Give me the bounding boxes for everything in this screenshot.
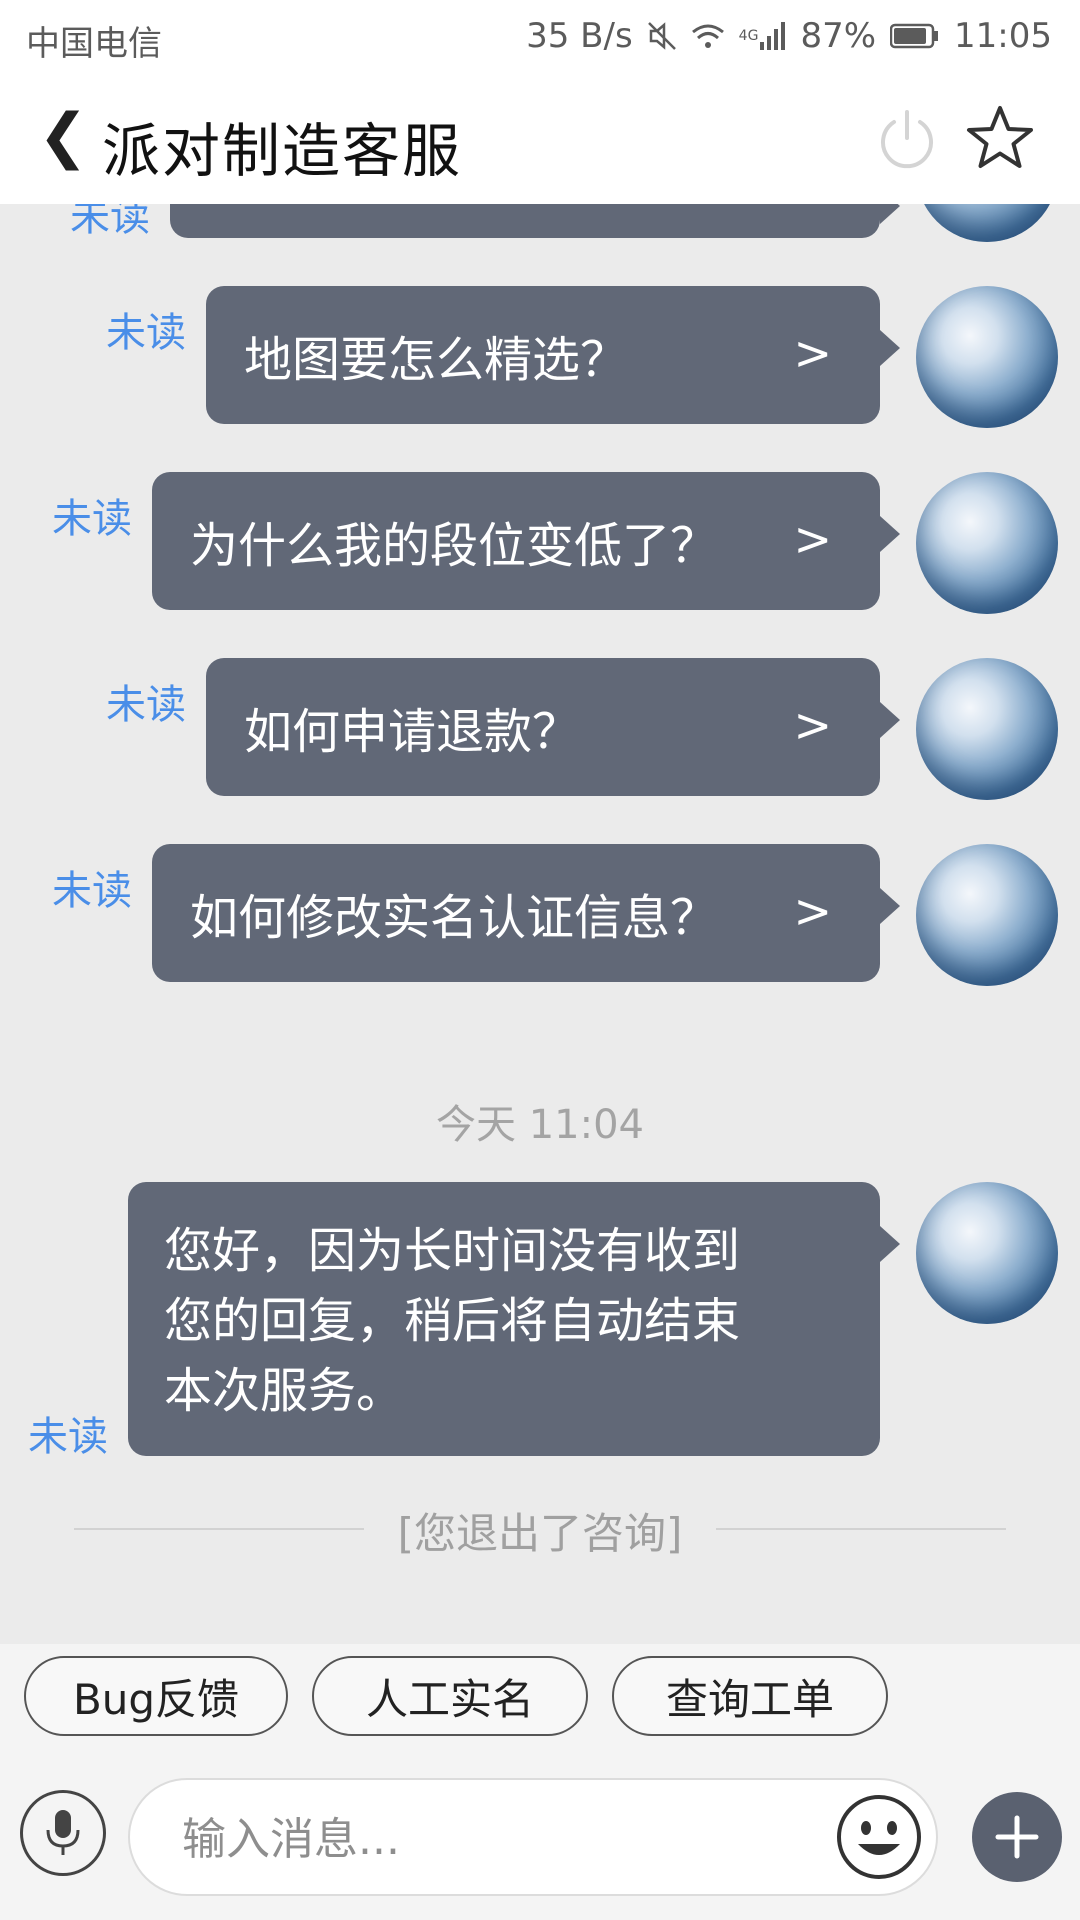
chevron-right-icon: >	[793, 884, 832, 938]
divider-line-right	[716, 1528, 1006, 1530]
more-actions-button[interactable]	[972, 1792, 1062, 1882]
avatar[interactable]	[916, 1182, 1058, 1324]
emoji-icon[interactable]	[834, 1792, 924, 1882]
message-input[interactable]	[180, 1806, 784, 1872]
plus-icon	[995, 1815, 1039, 1859]
message-line: 您好，因为长时间没有收到	[164, 1223, 741, 1279]
exit-notice: [您退出了咨询]	[74, 1500, 1006, 1558]
avatar[interactable]	[916, 658, 1058, 800]
chat-header: ❮ 派对制造客服	[0, 76, 1080, 205]
message-line: 您的回复，稍后将自动结束	[164, 1293, 741, 1349]
question-text: 地图要怎么精选？	[244, 332, 629, 388]
status-icons: 35 B/s 4G 87% 11:05	[526, 16, 1052, 56]
wifi-icon	[691, 22, 725, 50]
system-message-bubble[interactable]: 您好，因为长时间没有收到 您的回复，稍后将自动结束 本次服务。	[128, 1182, 900, 1456]
faq-question-bubble[interactable]: 如何申请退款？ >	[206, 658, 900, 796]
quick-reply-bug-feedback[interactable]: Bug反馈	[24, 1656, 288, 1736]
microphone-icon	[46, 1810, 80, 1855]
question-text: 为什么我的段位变低了？	[190, 518, 719, 574]
network-type-label: 4G	[738, 28, 759, 44]
unread-label-partial: 未读	[70, 204, 150, 240]
quick-reply-manual-verification[interactable]: 人工实名	[312, 1656, 588, 1736]
input-bar	[0, 1756, 1080, 1920]
unread-label: 未读	[106, 682, 186, 728]
unread-label: 未读	[106, 310, 186, 356]
message-line: 本次服务。	[164, 1363, 405, 1419]
faq-question-bubble[interactable]: 地图要怎么精选？ >	[206, 286, 900, 424]
exit-notice-text: [您退出了咨询]	[397, 1509, 683, 1558]
question-text: 如何申请退款？	[244, 704, 581, 760]
voice-input-button[interactable]	[20, 1790, 106, 1876]
page-title: 派对制造客服	[102, 117, 463, 185]
chevron-right-icon: >	[793, 512, 832, 566]
message-bubble-partial[interactable]	[170, 204, 900, 238]
status-bar: 中国电信 35 B/s 4G 87% 11:05	[0, 0, 1080, 76]
clock: 11:05	[954, 16, 1052, 56]
chevron-right-icon: >	[793, 698, 832, 752]
avatar[interactable]	[916, 844, 1058, 986]
faq-question-bubble[interactable]: 为什么我的段位变低了？ >	[152, 472, 900, 610]
signal-icon: 4G	[739, 22, 787, 50]
back-icon[interactable]: ❮	[38, 106, 88, 166]
battery-icon	[890, 23, 940, 49]
net-speed: 35 B/s	[526, 16, 633, 56]
question-text: 如何修改实名认证信息？	[190, 890, 719, 946]
star-icon[interactable]	[964, 102, 1036, 174]
unread-label: 未读	[52, 868, 132, 914]
faq-question-bubble[interactable]: 如何修改实名认证信息？ >	[152, 844, 900, 982]
carrier-label: 中国电信	[26, 24, 162, 64]
unread-label: 未读	[28, 1414, 108, 1460]
avatar[interactable]	[916, 204, 1058, 242]
power-icon[interactable]	[872, 104, 942, 174]
quick-reply-query-ticket[interactable]: 查询工单	[612, 1656, 888, 1736]
avatar[interactable]	[916, 286, 1058, 428]
avatar[interactable]	[916, 472, 1058, 614]
battery-percent: 87%	[800, 16, 877, 56]
message-timestamp: 今天 11:04	[436, 1102, 644, 1148]
mute-icon	[647, 21, 677, 51]
quick-reply-bar: Bug反馈 人工实名 查询工单	[0, 1644, 1080, 1756]
message-input-field[interactable]	[128, 1778, 938, 1896]
chevron-right-icon: >	[793, 326, 832, 380]
chat-area[interactable]: 未读 未读 地图要怎么精选？ > 未读 为什么我的段位变低了？ > 未读 如何申…	[0, 204, 1080, 1644]
unread-label: 未读	[52, 496, 132, 542]
